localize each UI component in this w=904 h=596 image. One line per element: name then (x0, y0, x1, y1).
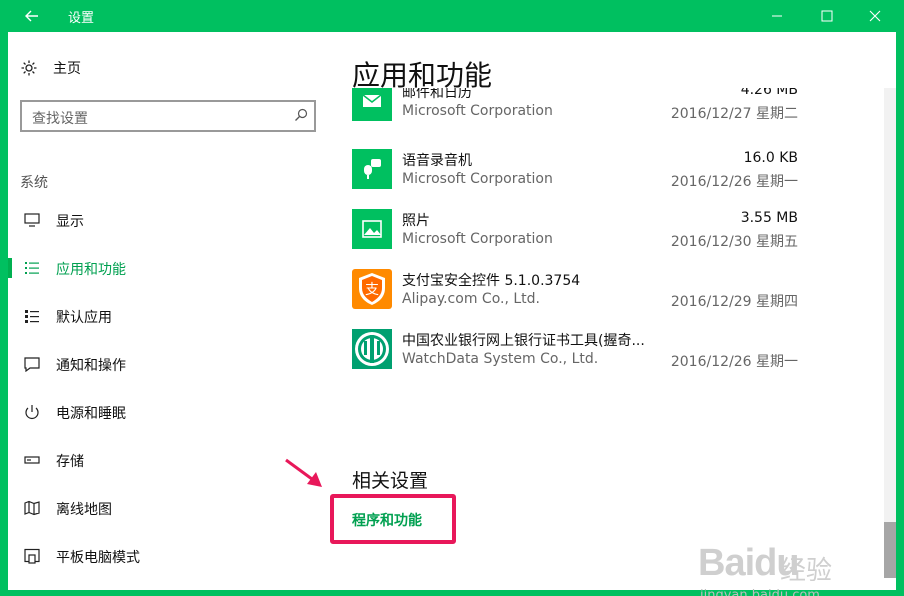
alipay-icon: 支 (352, 269, 392, 309)
minimize-button[interactable] (754, 0, 800, 32)
sidebar-item-label: 存储 (56, 454, 84, 470)
app-publisher: WatchData System Co., Ltd. (402, 351, 599, 367)
app-size: 3.55 MB (740, 210, 798, 226)
app-name: 中国农业银行网上银行证书工具(握奇... (402, 333, 645, 349)
window-title: 设置 (68, 11, 95, 26)
related-settings-heading: 相关设置 (352, 470, 429, 492)
sidebar-item-label: 离线地图 (56, 502, 112, 518)
notification-icon (24, 357, 40, 372)
app-name: 邮件和日历 (402, 88, 472, 101)
maximize-icon (821, 10, 833, 22)
app-date: 2016/12/30 星期五 (670, 234, 798, 250)
minimize-icon (772, 15, 782, 17)
app-date: 2016/12/26 星期一 (670, 354, 798, 370)
settings-content: 主页 查找设置 系统 显示 应用和功能 默认应用 通知和操作 电源和睡眠 存储 … (8, 32, 896, 596)
power-icon (25, 405, 39, 419)
app-row[interactable]: 语音录音机 Microsoft Corporation 16.0 KB 2016… (352, 149, 808, 209)
app-size: 4.26 MB (740, 88, 798, 98)
app-name: 照片 (402, 213, 430, 229)
app-size: 16.0 KB (743, 150, 798, 166)
app-row[interactable]: 照片 Microsoft Corporation 3.55 MB 2016/12… (352, 209, 808, 269)
sidebar-item-offline-maps[interactable]: 离线地图 (8, 490, 328, 526)
app-publisher: Microsoft Corporation (402, 231, 553, 247)
sidebar-item-display[interactable]: 显示 (8, 202, 328, 238)
title-bar: 设置 (0, 0, 904, 32)
app-name: 语音录音机 (402, 153, 472, 169)
home-nav[interactable]: 主页 (20, 56, 81, 80)
photos-icon (352, 209, 392, 249)
programs-features-link[interactable]: 程序和功能 (352, 510, 422, 530)
baidu-watermark: Baidu 经验 jingyan.baidu.com (698, 542, 832, 596)
search-icon (295, 108, 308, 121)
monitor-icon (24, 213, 40, 227)
voice-recorder-icon (352, 149, 392, 189)
back-button[interactable] (8, 0, 56, 32)
sidebar-item-apps-features[interactable]: 应用和功能 (8, 250, 328, 286)
app-date: 2016/12/29 星期四 (670, 294, 798, 310)
section-label-system: 系统 (20, 175, 48, 191)
tablet-mode-icon (24, 548, 40, 564)
scrollbar-track[interactable] (884, 88, 896, 578)
sidebar-item-storage[interactable]: 存储 (8, 442, 328, 478)
maximize-button[interactable] (804, 0, 850, 32)
abc-bank-icon (352, 329, 392, 369)
app-row[interactable]: 支 支付宝安全控件 5.1.0.3754 Alipay.com Co., Ltd… (352, 269, 808, 329)
storage-icon (24, 456, 40, 464)
app-publisher: Alipay.com Co., Ltd. (402, 291, 540, 307)
sidebar-item-label: 通知和操作 (56, 358, 126, 374)
scrollbar-thumb[interactable] (884, 522, 896, 578)
pointer-arrow-annotation (285, 458, 322, 487)
app-row[interactable]: 邮件和日历 Microsoft Corporation 4.26 MB 2016… (352, 88, 808, 141)
app-date: 2016/12/26 星期一 (670, 174, 798, 190)
sidebar-item-default-apps[interactable]: 默认应用 (8, 298, 328, 334)
sidebar-item-label: 电源和睡眠 (56, 406, 126, 422)
app-name: 支付宝安全控件 5.1.0.3754 (402, 273, 581, 289)
close-icon (869, 10, 881, 22)
search-field[interactable]: 查找设置 (20, 100, 316, 132)
app-publisher: Microsoft Corporation (402, 103, 553, 119)
sidebar-item-label: 应用和功能 (56, 262, 126, 278)
sidebar-item-notifications[interactable]: 通知和操作 (8, 346, 328, 382)
map-icon (24, 500, 40, 516)
default-apps-icon (25, 310, 39, 323)
gear-icon (21, 60, 37, 76)
watermark-text: 经验 (780, 556, 833, 586)
list-icon (25, 262, 39, 274)
sidebar-item-label: 默认应用 (56, 310, 112, 326)
close-button[interactable] (852, 0, 898, 32)
sidebar-item-label: 显示 (56, 214, 84, 230)
app-date: 2016/12/27 星期二 (670, 106, 798, 122)
app-publisher: Microsoft Corporation (402, 171, 553, 187)
sidebar: 主页 查找设置 系统 显示 应用和功能 默认应用 通知和操作 电源和睡眠 存储 … (8, 32, 328, 590)
search-placeholder: 查找设置 (32, 111, 88, 127)
back-arrow-icon (25, 10, 38, 22)
watermark-url: jingyan.baidu.com (700, 588, 820, 596)
sidebar-item-label: 平板电脑模式 (56, 550, 140, 566)
home-label: 主页 (53, 61, 81, 77)
mail-calendar-icon (352, 88, 392, 121)
app-row[interactable]: 中国农业银行网上银行证书工具(握奇... WatchData System Co… (352, 329, 808, 389)
apps-list: 邮件和日历 Microsoft Corporation 4.26 MB 2016… (338, 88, 808, 408)
sidebar-item-power[interactable]: 电源和睡眠 (8, 394, 328, 430)
sidebar-item-tablet-mode[interactable]: 平板电脑模式 (8, 538, 328, 574)
svg-text:支: 支 (365, 282, 379, 298)
settings-window: 设置 主页 查找设置 系统 显示 应用和功能 默认应用 通知和操作 电源和睡眠 … (0, 0, 904, 596)
